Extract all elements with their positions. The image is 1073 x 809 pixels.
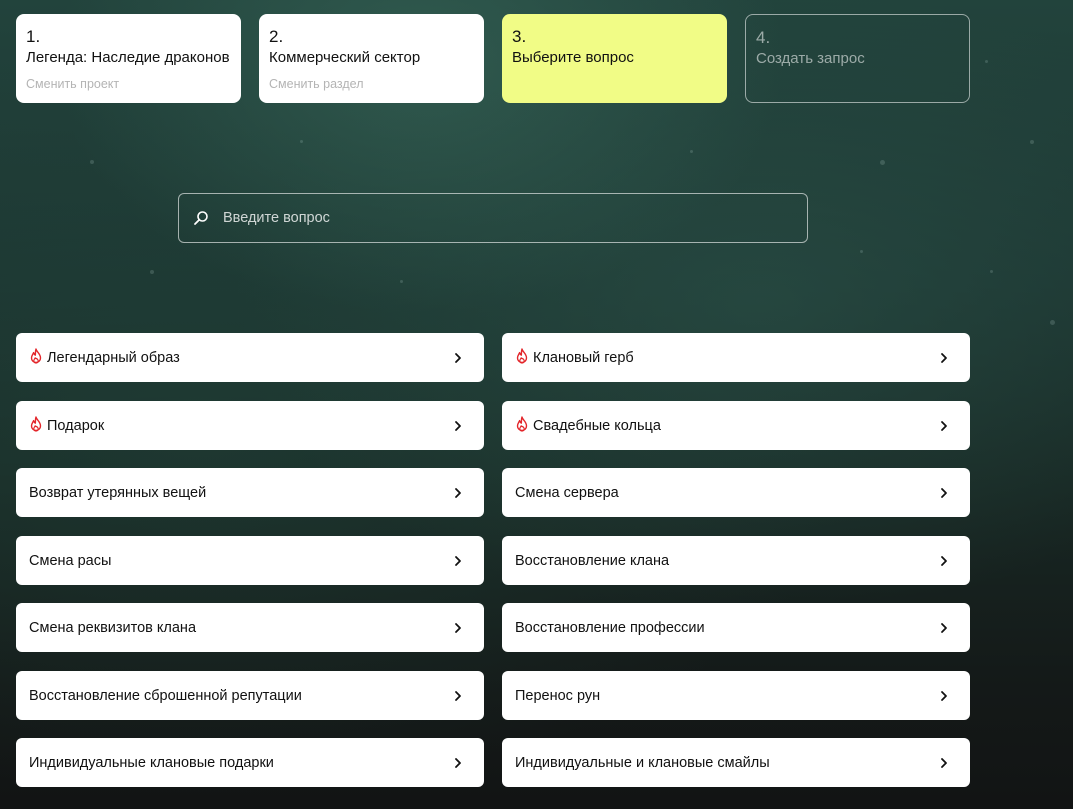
search-input[interactable] [221,209,785,227]
speck [690,150,693,153]
fire-icon [30,416,42,432]
question-label: Подарок [47,417,105,434]
chevron-right-icon [455,420,461,431]
step-project: 1. Легенда: Наследие драконов Сменить пр… [16,14,241,103]
question-label: Индивидуальные клановые подарки [29,754,274,771]
question-label: Свадебные кольца [533,417,661,434]
question-item[interactable]: Перенос рун [502,671,970,720]
chevron-right-icon [941,352,947,363]
speck [1050,320,1055,325]
question-label: Смена сервера [515,484,619,501]
search-box[interactable] [178,193,808,243]
chevron-right-icon [455,690,461,701]
question-label: Смена реквизитов клана [29,619,197,636]
question-label: Легендарный образ [47,349,180,366]
chevron-right-icon [941,420,947,431]
chevron-right-icon [455,757,461,768]
step-section: 2. Коммерческий сектор Сменить раздел [259,14,484,103]
question-item[interactable]: Возврат утерянных вещей [16,468,484,517]
question-label: Восстановление клана [515,552,670,569]
chevron-right-icon [455,352,461,363]
question-label: Восстановление сброшенной репутации [29,687,302,704]
question-item[interactable]: Легендарный образ [16,333,484,382]
question-label: Клановый герб [533,349,634,366]
question-item[interactable]: Клановый герб [502,333,970,382]
question-item[interactable]: Восстановление сброшенной репутации [16,671,484,720]
question-label: Смена расы [29,552,112,569]
search-icon [194,211,208,225]
question-item[interactable]: Восстановление профессии [502,603,970,652]
speck [150,270,154,274]
question-label: Перенос рун [515,687,601,704]
step-title: Выберите вопрос [512,49,634,66]
step-title: Легенда: Наследие драконов [26,49,230,66]
fire-icon [30,348,42,364]
question-item[interactable]: Индивидуальные и клановые смайлы [502,738,970,787]
speck [300,140,303,143]
question-label: Индивидуальные и клановые смайлы [515,754,770,771]
chevron-right-icon [455,487,461,498]
chevron-right-icon [941,487,947,498]
chevron-right-icon [455,622,461,633]
step-number: 3. [512,27,527,46]
chevron-right-icon [941,555,947,566]
question-item[interactable]: Смена расы [16,536,484,585]
question-item[interactable]: Индивидуальные клановые подарки [16,738,484,787]
question-item[interactable]: Подарок [16,401,484,450]
change-project-link[interactable]: Сменить проект [26,75,231,93]
speck [400,280,403,283]
step-number: 4. [756,28,771,47]
step-title: Создать запрос [756,50,865,67]
chevron-right-icon [941,757,947,768]
chevron-right-icon [941,690,947,701]
question-item[interactable]: Смена сервера [502,468,970,517]
step-number: 2. [269,27,284,46]
fire-icon [516,348,528,364]
question-label: Восстановление профессии [515,619,705,636]
speck [90,160,94,164]
chevron-right-icon [941,622,947,633]
step-number: 1. [26,27,41,46]
change-section-link[interactable]: Сменить раздел [269,75,474,93]
speck [860,250,863,253]
speck [985,60,988,63]
question-item[interactable]: Свадебные кольца [502,401,970,450]
chevron-right-icon [455,555,461,566]
step-title: Коммерческий сектор [269,49,421,66]
question-item[interactable]: Смена реквизитов клана [16,603,484,652]
question-item[interactable]: Восстановление клана [502,536,970,585]
step-choose-question: 3. Выберите вопрос [502,14,727,103]
speck [1030,140,1034,144]
step-create-request: 4. Создать запрос [745,14,970,103]
speck [880,160,885,165]
speck [990,270,993,273]
fire-icon [516,416,528,432]
question-label: Возврат утерянных вещей [29,484,207,501]
